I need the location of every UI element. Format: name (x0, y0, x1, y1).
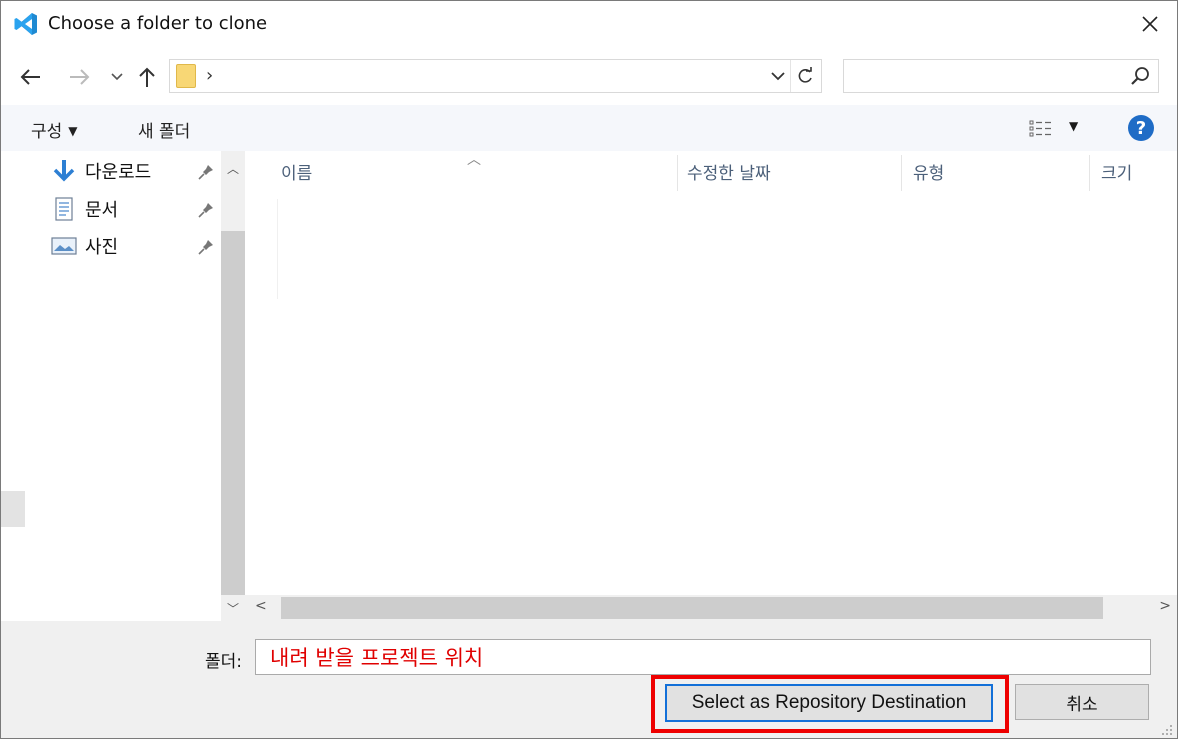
pin-icon[interactable] (197, 238, 215, 256)
nav-item-pictures[interactable]: 사진 (51, 232, 221, 260)
back-arrow-icon (20, 69, 40, 85)
window-title: Choose a folder to clone (48, 13, 268, 34)
folder-field-label: 폴더: (205, 652, 243, 672)
scroll-up-icon[interactable]: ︿ (221, 157, 245, 179)
nav-item-downloads[interactable]: 다운로드 (51, 157, 221, 185)
column-header-size[interactable]: 크기 (1101, 151, 1132, 191)
horizontal-scrollbar[interactable]: < > (245, 595, 1177, 621)
nav-item-label: 문서 (85, 200, 119, 221)
scrollbar-thumb[interactable] (281, 597, 1103, 619)
search-icon (1131, 67, 1149, 85)
column-divider[interactable] (677, 155, 678, 191)
refresh-icon (798, 67, 812, 83)
select-destination-button[interactable]: Select as Repository Destination (665, 684, 993, 722)
vscode-logo-icon (14, 13, 37, 35)
nav-item-label: 사진 (85, 237, 119, 258)
sort-ascending-icon: ︿ (467, 152, 481, 168)
column-header-type[interactable]: 유형 (913, 151, 944, 191)
caret-down-icon: ▼ (68, 124, 78, 138)
cancel-button[interactable]: 취소 (1015, 684, 1149, 720)
forward-arrow-icon (70, 69, 90, 85)
column-header-date-modified[interactable]: 수정한 날짜 (687, 151, 771, 191)
title-bar: Choose a folder to clone (1, 1, 1177, 49)
folder-picker-dialog: Choose a folder to clone › 구성 ▼ 새 폴더 ▼ ?… (0, 0, 1178, 739)
list-guide-line (277, 199, 278, 299)
forward-button[interactable] (67, 64, 91, 90)
view-dropdown-icon[interactable]: ▼ (1069, 119, 1078, 133)
address-divider (790, 60, 791, 92)
pane-resize-handle[interactable] (1, 491, 25, 527)
organize-label: 구성 (31, 122, 63, 142)
address-bar[interactable]: › (169, 59, 822, 93)
dialog-footer: 폴더: 내려 받을 프로젝트 위치 Select as Repository D… (1, 621, 1177, 738)
breadcrumb-separator[interactable]: › (206, 65, 213, 86)
back-button[interactable] (19, 64, 43, 90)
close-button[interactable] (1135, 9, 1165, 39)
scrollbar-thumb[interactable] (221, 231, 245, 595)
pictures-icon (51, 234, 77, 258)
search-input[interactable] (843, 59, 1159, 93)
resize-grip-icon[interactable] (1159, 722, 1173, 736)
help-button[interactable]: ? (1128, 115, 1154, 141)
up-button[interactable] (135, 64, 159, 90)
refresh-button[interactable] (793, 60, 817, 92)
command-bar: 구성 ▼ 새 폴더 ▼ (1, 105, 1177, 151)
column-divider[interactable] (1089, 155, 1090, 191)
column-header-name[interactable]: 이름 (281, 151, 312, 191)
download-arrow-icon (51, 159, 77, 183)
address-dropdown-button[interactable] (767, 60, 789, 92)
scroll-left-icon[interactable]: < (255, 598, 267, 614)
new-folder-button[interactable]: 새 폴더 (138, 117, 190, 142)
navigation-pane: 다운로드 문서 사진 (1, 151, 245, 621)
pin-icon[interactable] (197, 163, 215, 181)
navigation-scrollbar[interactable]: ︿ ﹀ (221, 151, 245, 621)
column-divider[interactable] (901, 155, 902, 191)
nav-item-label: 다운로드 (85, 162, 152, 183)
chevron-down-icon (111, 73, 123, 81)
nav-item-documents[interactable]: 문서 (51, 195, 221, 223)
chevron-down-icon (771, 72, 785, 81)
scroll-down-icon[interactable]: ﹀ (221, 597, 245, 619)
document-icon (51, 197, 77, 221)
file-list: ︿ 이름 수정한 날짜 유형 크기 (245, 151, 1177, 595)
folder-field[interactable]: 내려 받을 프로젝트 위치 (255, 639, 1151, 675)
pin-icon[interactable] (197, 201, 215, 219)
folder-icon (176, 64, 196, 88)
view-options-icon[interactable] (1029, 119, 1059, 139)
up-arrow-icon (139, 67, 155, 87)
recent-locations-button[interactable] (105, 64, 129, 90)
organize-menu-button[interactable]: 구성 ▼ (31, 117, 78, 142)
close-icon (1142, 16, 1158, 32)
scroll-right-icon[interactable]: > (1159, 598, 1171, 614)
